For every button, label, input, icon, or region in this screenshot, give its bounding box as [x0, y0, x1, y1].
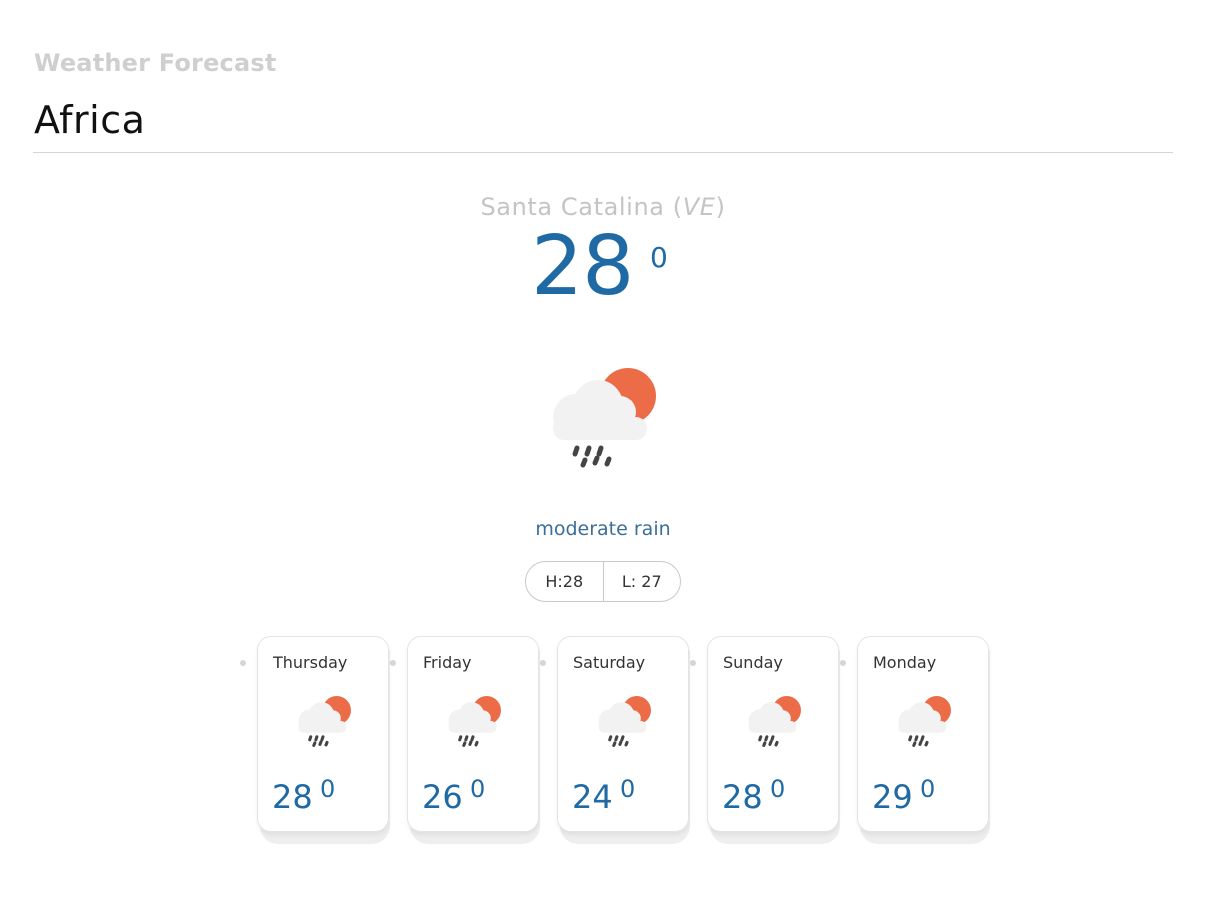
low-temperature: L: 27 — [602, 562, 681, 601]
forecast-degree-symbol: 0 — [470, 775, 486, 803]
forecast-degree-symbol: 0 — [620, 775, 636, 803]
forecast-degree-symbol: 0 — [920, 775, 936, 803]
forecast-day: Monday — [873, 653, 937, 672]
carousel-dot[interactable] — [690, 660, 696, 666]
city-label: Santa Catalina — [480, 193, 665, 221]
cloud-sun-rain-icon — [448, 696, 501, 747]
cloud-sun-rain-icon — [748, 696, 801, 747]
forecast-card-thursday[interactable]: Thursday 28 0 — [257, 636, 389, 832]
forecast-card-saturday[interactable]: Saturday 24 0 — [557, 636, 689, 832]
weather-condition: moderate rain — [535, 518, 671, 540]
cloud-sun-rain-icon — [598, 696, 651, 747]
forecast-temperature: 24 — [572, 778, 613, 816]
forecast-card-sunday[interactable]: Sunday 28 0 — [707, 636, 839, 832]
header-divider — [33, 152, 1173, 153]
forecast-day: Thursday — [273, 653, 348, 672]
forecast-temperature: 28 — [722, 778, 763, 816]
forecast-card-monday[interactable]: Monday 29 0 — [857, 636, 989, 832]
cloud-sun-rain-icon — [298, 696, 351, 747]
forecast-temperature: 29 — [872, 778, 913, 816]
high-temperature: H:28 — [545, 572, 584, 591]
carousel-dot[interactable] — [390, 660, 396, 666]
carousel-dot[interactable] — [240, 660, 246, 666]
carousel-dot[interactable] — [840, 660, 846, 666]
cloud-sun-rain-icon — [553, 368, 656, 468]
forecast-carousel: Thursday 28 0 Friday 26 0 Saturday 24 0 … — [240, 636, 1000, 846]
forecast-temperature: 26 — [422, 778, 463, 816]
carousel-dot[interactable] — [540, 660, 546, 666]
current-degree-symbol: 0 — [650, 241, 668, 274]
forecast-degree-symbol: 0 — [320, 775, 336, 803]
forecast-temperature: 28 — [272, 778, 313, 816]
forecast-degree-symbol: 0 — [770, 775, 786, 803]
cloud-sun-rain-icon — [898, 696, 951, 747]
forecast-day: Sunday — [723, 653, 783, 672]
city-name: Santa Catalina (VE) — [480, 193, 726, 221]
weather-page: Weather Forecast Africa Santa Catalina (… — [0, 0, 1219, 905]
high-low-pill: H:28 L: 27 — [525, 561, 681, 602]
forecast-day: Friday — [423, 653, 472, 672]
current-temperature: 28 — [531, 219, 634, 314]
region-title: Africa — [34, 98, 146, 142]
country-code: VE — [682, 193, 716, 221]
forecast-card-friday[interactable]: Friday 26 0 — [407, 636, 539, 832]
forecast-day: Saturday — [573, 653, 646, 672]
app-label: Weather Forecast — [34, 49, 277, 77]
